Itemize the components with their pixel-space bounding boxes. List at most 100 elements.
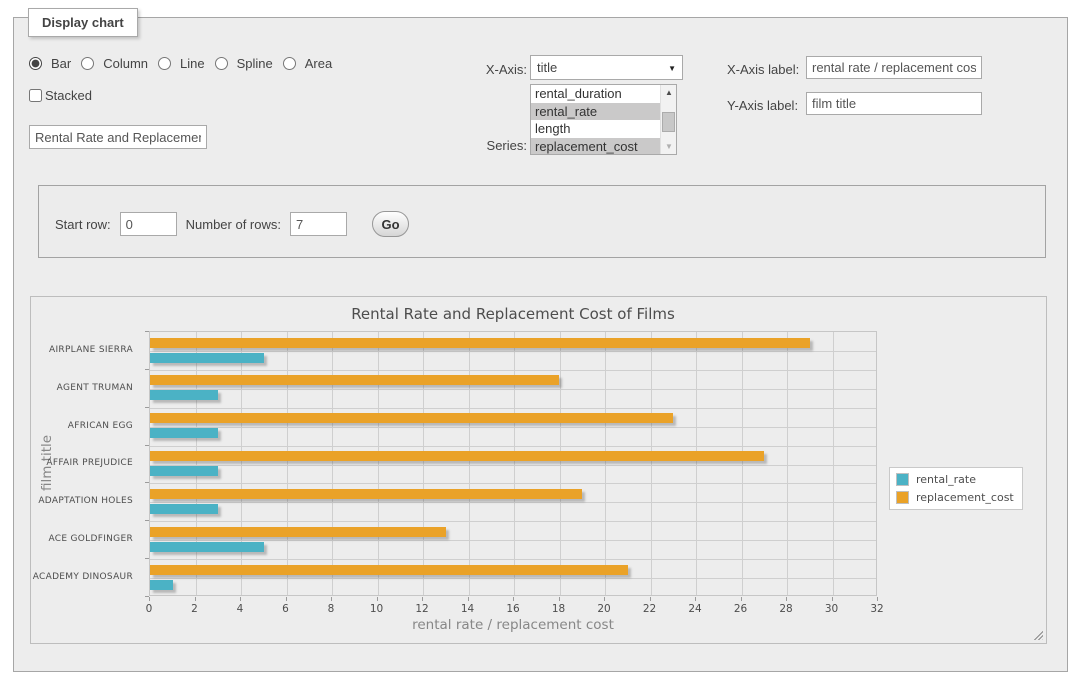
resize-handle-icon[interactable] — [1032, 629, 1043, 640]
x-tick-label: 24 — [680, 603, 710, 615]
category-label: ACADEMY DINOSAUR — [31, 558, 141, 596]
radio-line[interactable] — [158, 57, 171, 70]
bar-rental_rate — [150, 504, 218, 514]
x-axis-tick — [877, 597, 878, 601]
x-tick-label: 12 — [407, 603, 437, 615]
stacked-label[interactable]: Stacked — [45, 88, 92, 103]
gridline-horizontal — [150, 502, 876, 503]
radio-column[interactable] — [81, 57, 94, 70]
legend-item: rental_rate — [896, 473, 1014, 486]
bar-replacement_cost — [150, 451, 764, 461]
legend-label: replacement_cost — [916, 491, 1014, 504]
gridline-vertical — [514, 332, 515, 595]
scroll-up-icon[interactable]: ▲ — [661, 85, 677, 100]
gridline-vertical — [787, 332, 788, 595]
go-button[interactable]: Go — [372, 211, 409, 237]
gridline-vertical — [241, 332, 242, 595]
y-axis-tick — [145, 331, 149, 332]
series-multiselect[interactable]: rental_duration rental_rate length repla… — [530, 84, 677, 155]
series-option-replacement-cost[interactable]: replacement_cost — [531, 138, 676, 156]
x-axis-tick — [422, 597, 423, 601]
gridline-horizontal — [150, 483, 876, 484]
y-axis-tick — [145, 369, 149, 370]
radio-area-label[interactable]: Area — [305, 56, 332, 71]
plot-area — [149, 331, 877, 596]
y-axis-label-input[interactable] — [806, 92, 982, 115]
bar-replacement_cost — [150, 413, 673, 423]
series-scrollbar[interactable]: ▲ ▼ — [660, 85, 676, 154]
radio-line-label[interactable]: Line — [180, 56, 205, 71]
gridline-horizontal — [150, 521, 876, 522]
scrollbar-thumb[interactable] — [662, 112, 675, 132]
x-tick-label: 10 — [362, 603, 392, 615]
x-tick-label: 14 — [453, 603, 483, 615]
gridline-vertical — [378, 332, 379, 595]
y-axis-tick — [145, 558, 149, 559]
category-label: ACE GOLDFINGER — [31, 520, 141, 558]
radio-spline-label[interactable]: Spline — [237, 56, 273, 71]
gridline-horizontal — [150, 465, 876, 466]
x-tick-label: 2 — [180, 603, 210, 615]
gridline-horizontal — [150, 370, 876, 371]
gridline-vertical — [742, 332, 743, 595]
gridline-horizontal — [150, 408, 876, 409]
series-option-rental-rate[interactable]: rental_rate — [531, 103, 676, 121]
series-option-length[interactable]: length — [531, 120, 676, 138]
stacked-checkbox[interactable] — [29, 89, 42, 102]
chart-category-labels: AIRPLANE SIERRAAGENT TRUMANAFRICAN EGGAF… — [31, 331, 141, 596]
gridline-vertical — [696, 332, 697, 595]
series-option-rental-duration[interactable]: rental_duration — [531, 85, 676, 103]
radio-spline[interactable] — [215, 57, 228, 70]
category-label: AGENT TRUMAN — [31, 369, 141, 407]
x-axis-select[interactable]: title ▼ — [530, 55, 683, 80]
radio-bar[interactable] — [29, 57, 42, 70]
radio-column-label[interactable]: Column — [103, 56, 148, 71]
gridline-horizontal — [150, 446, 876, 447]
x-tick-label: 8 — [316, 603, 346, 615]
radio-area[interactable] — [283, 57, 296, 70]
x-axis-label-input[interactable] — [806, 56, 982, 79]
gridline-horizontal — [150, 559, 876, 560]
gridline-vertical — [332, 332, 333, 595]
gridline-vertical — [469, 332, 470, 595]
chart-legend: rental_rate replacement_cost — [889, 467, 1023, 510]
x-tick-label: 20 — [589, 603, 619, 615]
category-label: AIRPLANE SIERRA — [31, 331, 141, 369]
x-axis-tick — [604, 597, 605, 601]
gridline-vertical — [560, 332, 561, 595]
gridline-horizontal — [150, 389, 876, 390]
x-tick-label: 4 — [225, 603, 255, 615]
num-rows-input[interactable] — [290, 212, 347, 236]
x-axis-tick — [468, 597, 469, 601]
bar-rental_rate — [150, 580, 173, 590]
x-axis-tick — [786, 597, 787, 601]
chart-title-input[interactable] — [29, 125, 207, 149]
bar-rental_rate — [150, 390, 218, 400]
bar-rental_rate — [150, 353, 264, 363]
x-axis-tick — [331, 597, 332, 601]
chevron-down-icon: ▼ — [668, 64, 676, 73]
gridline-horizontal — [150, 427, 876, 428]
x-tick-label: 16 — [498, 603, 528, 615]
chart-title: Rental Rate and Replacement Cost of Film… — [149, 305, 877, 323]
x-tick-label: 18 — [544, 603, 574, 615]
x-axis-tick — [832, 597, 833, 601]
x-axis-label-label: X-Axis label: — [727, 62, 799, 77]
legend-swatch-replacement_cost — [896, 491, 909, 504]
x-tick-label: 6 — [271, 603, 301, 615]
y-axis-tick — [145, 482, 149, 483]
radio-bar-label[interactable]: Bar — [51, 56, 71, 71]
start-row-label: Start row: — [55, 217, 111, 232]
x-axis-tick — [559, 597, 560, 601]
gridline-vertical — [651, 332, 652, 595]
y-axis-tick — [145, 520, 149, 521]
scroll-down-icon[interactable]: ▼ — [661, 139, 677, 154]
x-axis-tick — [695, 597, 696, 601]
category-label: ADAPTATION HOLES — [31, 482, 141, 520]
gridline-vertical — [605, 332, 606, 595]
fieldset-legend: Display chart — [28, 8, 138, 37]
gridline-vertical — [196, 332, 197, 595]
start-row-input[interactable] — [120, 212, 177, 236]
gridline-horizontal — [150, 578, 876, 579]
bar-rental_rate — [150, 428, 218, 438]
